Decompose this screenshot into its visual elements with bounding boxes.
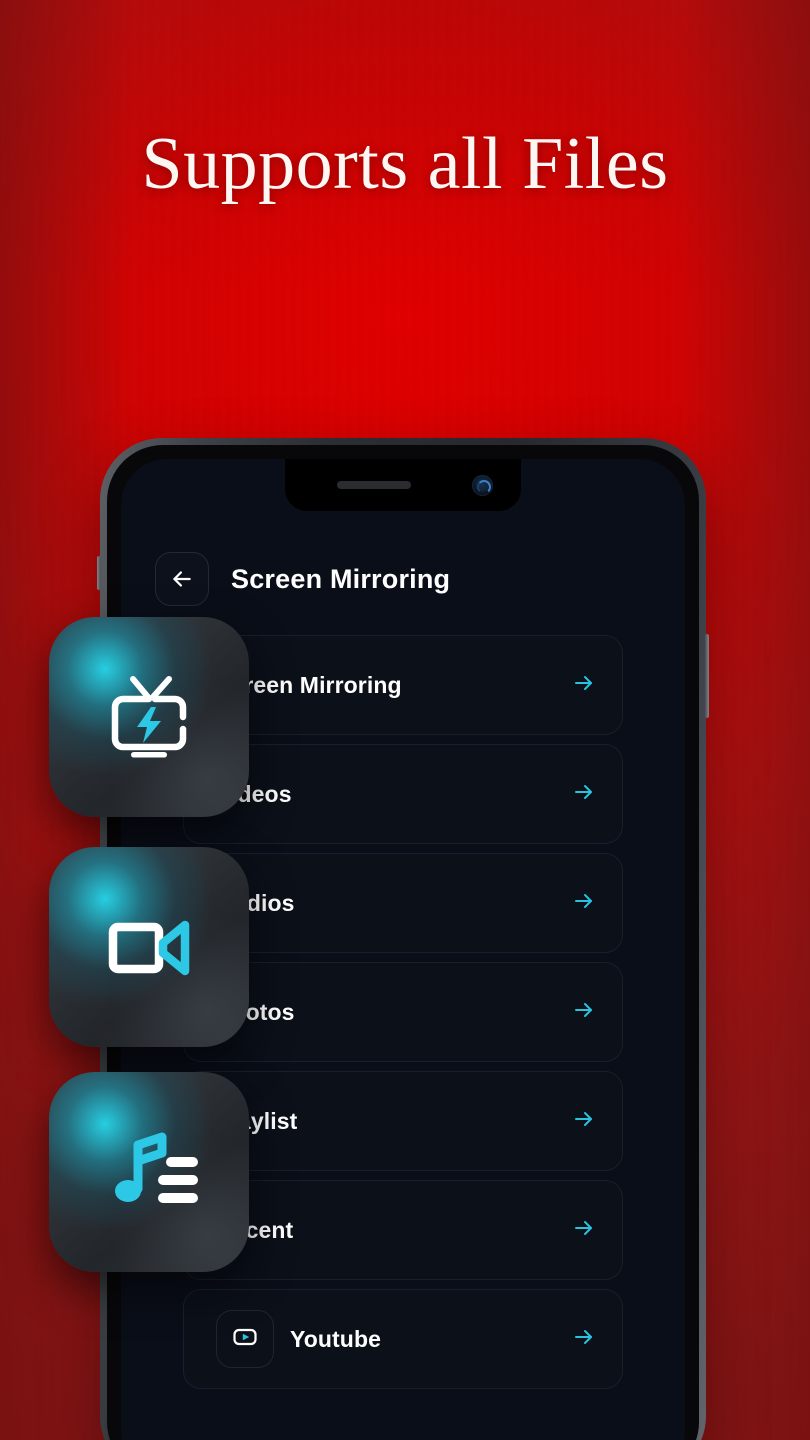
arrow-left-icon (169, 566, 195, 592)
list-item-label: Youtube (290, 1325, 381, 1352)
arrow-right-icon (572, 1325, 596, 1354)
tv-cast-icon (93, 661, 205, 773)
feature-tile-playlist[interactable] (49, 1072, 249, 1272)
list-item-recent[interactable]: Recent (183, 1180, 623, 1280)
front-camera-icon (472, 475, 493, 496)
list-item-label: Photos (216, 998, 295, 1025)
list-item-playlist[interactable]: Playlist (183, 1071, 623, 1171)
phone-silent-switch (97, 556, 101, 590)
app-screen-title: Screen Mirroring (231, 563, 451, 594)
arrow-right-icon (572, 1216, 596, 1245)
arrow-right-icon (572, 1107, 596, 1136)
screenshot-root: Supports all Files Screen Mirroring Scre… (0, 0, 810, 1440)
list-item-videos[interactable]: Videos (183, 744, 623, 844)
list-item-label: Audios (216, 889, 295, 916)
phone-power-button (705, 634, 709, 718)
page-title: Supports all Files (141, 123, 669, 205)
speaker-slot-icon (337, 481, 411, 489)
list-item-screen-mirroring[interactable]: Screen Mirroring (183, 635, 623, 735)
list-item-audios[interactable]: Audios (183, 853, 623, 953)
phone-notch (285, 459, 521, 511)
list-item-photos[interactable]: Photos (183, 962, 623, 1062)
music-playlist-icon (90, 1113, 208, 1231)
menu-list: Screen Mirroring Videos Audios Photos Pl… (183, 635, 623, 1398)
arrow-right-icon (572, 671, 596, 700)
list-item-label: Playlist (216, 1107, 298, 1134)
app-header: Screen Mirroring (121, 551, 685, 607)
youtube-play-icon (230, 1322, 260, 1357)
back-button[interactable] (155, 552, 209, 606)
feature-tile-screen-mirroring[interactable] (49, 617, 249, 817)
arrow-right-icon (572, 998, 596, 1027)
list-item-youtube[interactable]: Youtube (183, 1289, 623, 1389)
list-item-label: Recent (216, 1216, 294, 1243)
feature-tile-videos[interactable] (49, 847, 249, 1047)
video-camera-icon (93, 891, 205, 1003)
arrow-right-icon (572, 889, 596, 918)
list-item-label: Screen Mirroring (216, 671, 402, 698)
youtube-icon-frame (216, 1310, 274, 1368)
arrow-right-icon (572, 780, 596, 809)
list-item-label: Videos (216, 780, 292, 807)
